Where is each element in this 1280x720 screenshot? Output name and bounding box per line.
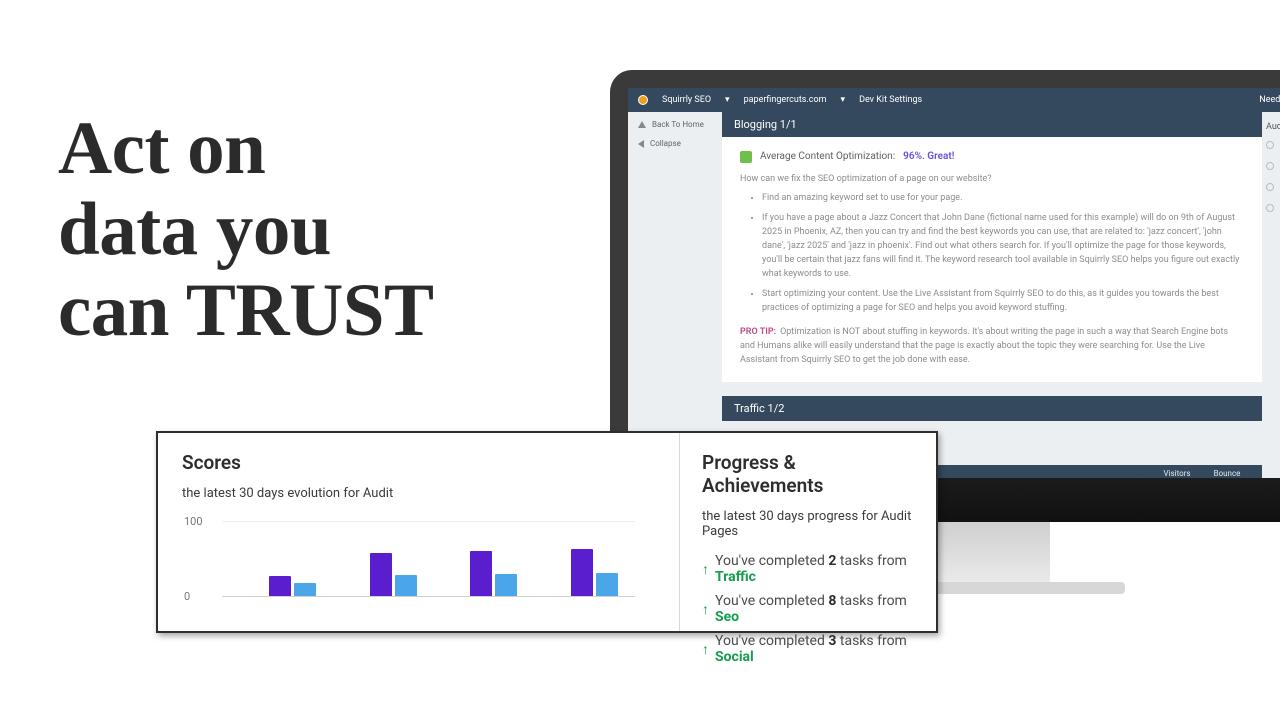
bar <box>269 576 291 596</box>
tip-item-2: If you have a page about a Jazz Concert … <box>762 212 1244 282</box>
scores-progress-card: Scores the latest 30 days evolution for … <box>156 431 938 633</box>
site-menu[interactable]: paperfingercuts.com <box>744 95 827 105</box>
aside-title: Audit S <box>1266 122 1280 132</box>
achievement-item: ↑You've completed 8 tasks from Seo <box>702 593 914 625</box>
bar-pair <box>269 576 316 596</box>
progress-subtitle: the latest 30 days progress for Audit Pa… <box>702 509 914 539</box>
hero-line-2: data you <box>58 188 331 271</box>
aco-label: Average Content Optimization: <box>760 149 895 165</box>
bar <box>596 573 618 596</box>
question-text: How can we fix the SEO optimization of a… <box>740 173 1244 187</box>
bar-pair <box>571 549 618 596</box>
scores-bar-chart: 100 0 <box>212 515 655 601</box>
tip-item-1: Find an amazing keyword set to use for y… <box>762 192 1244 206</box>
radio-icon <box>1266 162 1274 170</box>
bar <box>294 583 316 596</box>
arrow-up-icon: ↑ <box>702 601 709 618</box>
achievement-item: ↑You've completed 2 tasks from Traffic <box>702 553 914 585</box>
home-icon <box>638 121 646 128</box>
bar <box>495 574 517 596</box>
radio-icon <box>1266 204 1274 212</box>
hero-line-1: Act on <box>58 107 265 190</box>
brand-logo-icon <box>638 95 648 105</box>
bar-pair <box>470 551 517 597</box>
protip-text: Optimization is NOT about stuffing in ke… <box>740 327 1228 365</box>
thumbs-up-icon <box>740 151 752 163</box>
hero-headline: Act on data you can TRUST <box>58 108 433 351</box>
app-topbar: Squirrly SEO▾ paperfingercuts.com▾ Dev K… <box>628 88 1280 112</box>
arrow-up-icon: ↑ <box>702 641 709 658</box>
brand-menu[interactable]: Squirrly SEO <box>662 95 711 105</box>
col-visitors: Visitors <box>1152 469 1202 478</box>
bar <box>395 575 417 596</box>
bar-pair <box>370 553 417 596</box>
protip: PRO TIP:Optimization is NOT about stuffi… <box>740 326 1244 368</box>
devkit-link[interactable]: Dev Kit Settings <box>859 95 922 105</box>
traffic-panel-header[interactable]: Traffic 1/2 <box>722 396 1262 421</box>
hero-line-3: can TRUST <box>58 269 433 352</box>
y-tick-100: 100 <box>184 515 203 528</box>
left-sidebar: Back To Home Collapse <box>628 112 722 166</box>
arrow-up-icon: ↑ <box>702 561 709 578</box>
protip-label: PRO TIP: <box>740 327 776 337</box>
aside-item-moz[interactable]: Moz Backlin <box>1266 182 1280 191</box>
aco-value: 96%. Great! <box>903 149 954 165</box>
blogging-panel-header[interactable]: Blogging 1/1 <box>722 112 1262 137</box>
help-menu[interactable]: Need Help? ▾ <box>1259 95 1280 105</box>
sidebar-collapse-label: Collapse <box>650 139 681 148</box>
bar <box>370 553 392 596</box>
progress-section: Progress & Achievements the latest 30 da… <box>680 433 936 631</box>
scores-title: Scores <box>182 451 655 474</box>
achievement-item: ↑You've completed 3 tasks from Social <box>702 633 914 665</box>
aside-item-semrush[interactable]: Semrush R <box>1266 140 1280 149</box>
sidebar-collapse[interactable]: Collapse <box>638 139 712 148</box>
bar <box>571 549 593 596</box>
right-aside: Audit S Semrush R Page Traffic Moz Backl… <box>1262 112 1280 224</box>
aside-item-page-traffic[interactable]: Page Traffic <box>1266 161 1280 170</box>
col-bounce: Bounce <box>1202 469 1252 478</box>
sidebar-back-label: Back To Home <box>652 120 704 129</box>
scores-subtitle: the latest 30 days evolution for Audit <box>182 486 655 501</box>
aside-item-page-authority[interactable]: Page Autho <box>1266 203 1280 212</box>
scores-section: Scores the latest 30 days evolution for … <box>158 433 680 631</box>
collapse-icon <box>638 140 644 148</box>
main-content: Blogging 1/1 Average Content Optimizatio… <box>722 112 1262 478</box>
radio-icon <box>1266 183 1274 191</box>
bar <box>470 551 492 597</box>
progress-title: Progress & Achievements <box>702 451 914 497</box>
y-tick-0: 0 <box>184 590 190 603</box>
tip-item-3: Start optimizing your content. Use the L… <box>762 288 1244 316</box>
blogging-panel-body: Average Content Optimization: 96%. Great… <box>722 137 1262 382</box>
sidebar-back-home[interactable]: Back To Home <box>638 120 712 129</box>
radio-icon <box>1266 141 1274 149</box>
